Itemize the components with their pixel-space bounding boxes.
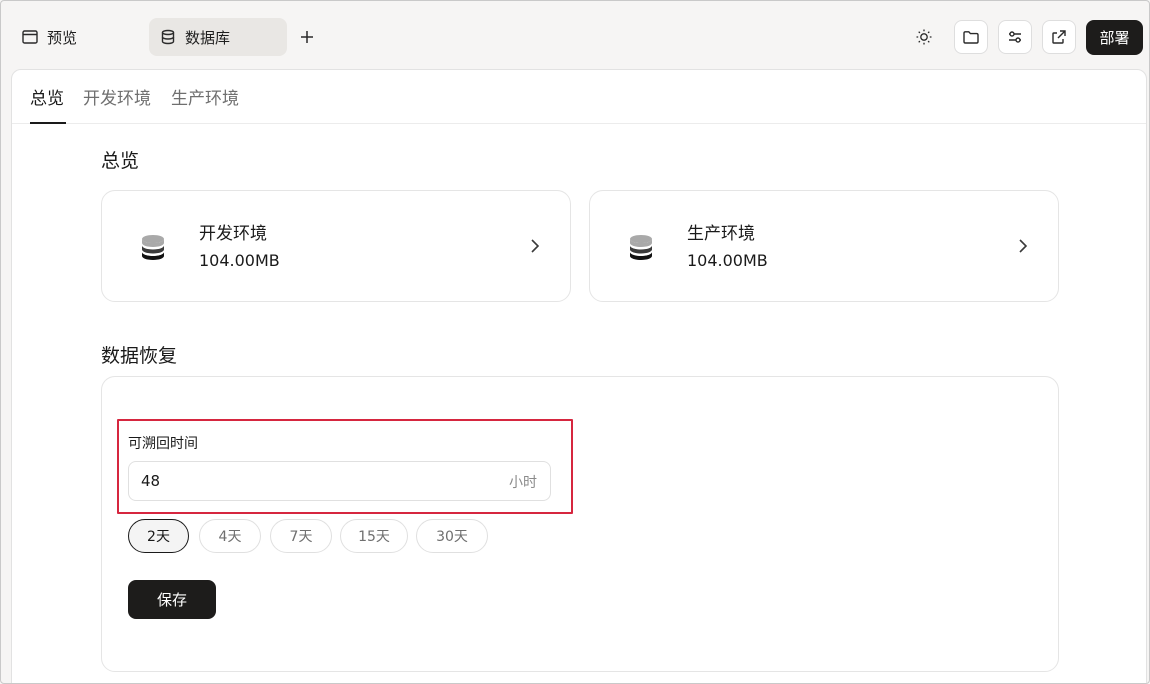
database-stack-icon [142, 235, 164, 260]
env-name: 生产环境 [687, 224, 755, 244]
env-name: 开发环境 [199, 224, 267, 244]
tab-label: 预览 [47, 28, 78, 47]
settings-button[interactable] [998, 20, 1032, 54]
deploy-button[interactable]: 部署 [1086, 20, 1143, 55]
subtab-production[interactable]: 生产环境 [171, 84, 239, 124]
env-card-production[interactable]: 生产环境 104.00MB [589, 190, 1059, 302]
tab-preview[interactable]: 预览 [11, 18, 87, 56]
sun-icon [916, 29, 932, 45]
chevron-right-icon [531, 239, 540, 253]
preset-chip[interactable]: 4天 [199, 519, 261, 553]
main-panel: 总览 开发环境 生产环境 总览 开发环境 104.00MB 生产环境 104.0… [11, 69, 1147, 683]
open-external-button[interactable] [1042, 20, 1076, 54]
top-bar: 预览 数据库 部署 [1, 1, 1149, 69]
recovery-card: 可溯回时间 小时 2天 4天 7天 15天 30天 保存 [101, 376, 1059, 672]
subtab-bar: 总览 开发环境 生产环境 [12, 70, 1146, 124]
preset-chip[interactable]: 15天 [340, 519, 408, 553]
retention-field: 小时 [128, 461, 551, 501]
chevron-right-icon [1019, 239, 1028, 253]
database-icon [161, 29, 175, 45]
retention-input[interactable] [141, 462, 481, 500]
subtab-overview[interactable]: 总览 [30, 84, 66, 124]
tab-database[interactable]: 数据库 [149, 18, 287, 56]
retention-unit: 小时 [509, 475, 537, 491]
save-button[interactable]: 保存 [128, 580, 216, 619]
external-link-icon [1052, 30, 1066, 44]
preset-chip[interactable]: 7天 [270, 519, 332, 553]
env-card-development[interactable]: 开发环境 104.00MB [101, 190, 571, 302]
folder-icon [963, 31, 979, 44]
app-window: 预览 数据库 部署 总览 开发环境 生产环境 总览 开发环境 104.00MB … [0, 0, 1150, 684]
env-size: 104.00MB [199, 251, 280, 270]
subtab-development[interactable]: 开发环境 [83, 84, 151, 124]
tab-label: 数据库 [185, 28, 231, 47]
retention-label: 可溯回时间 [128, 436, 198, 452]
theme-toggle-button[interactable] [907, 20, 941, 54]
database-stack-icon [630, 235, 652, 260]
preset-chip[interactable]: 30天 [416, 519, 488, 553]
env-size: 104.00MB [687, 251, 768, 270]
browser-window-icon [22, 30, 38, 44]
recovery-title: 数据恢复 [101, 345, 178, 367]
sliders-icon [1009, 31, 1021, 43]
add-tab-button[interactable] [295, 24, 319, 50]
plus-icon [301, 31, 313, 43]
folder-button[interactable] [954, 20, 988, 54]
overview-title: 总览 [101, 150, 140, 172]
preset-chip[interactable]: 2天 [128, 519, 189, 553]
